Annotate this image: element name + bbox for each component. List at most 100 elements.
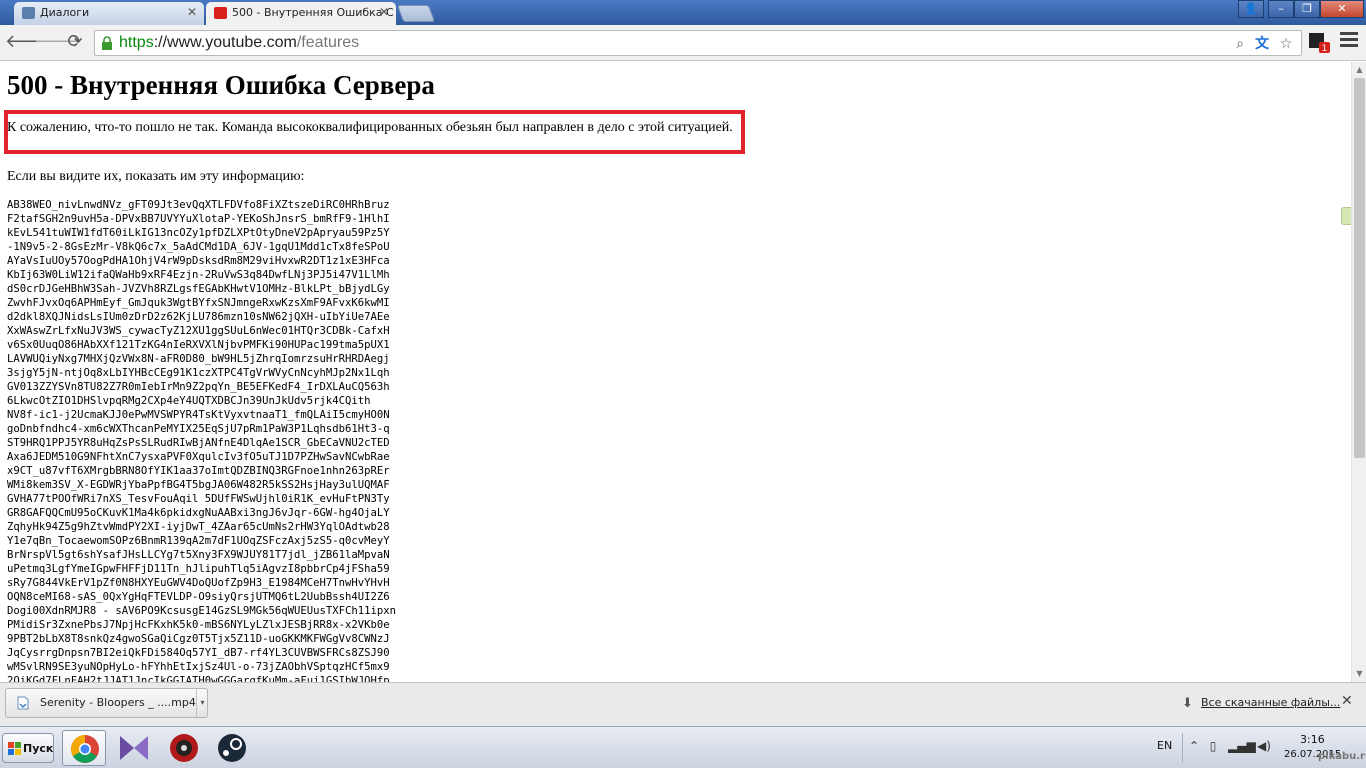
debug-line: AYaVsIuUOy57OogPdHA1OhjV4rW9pDsksdRm8M29… [7,255,390,267]
close-shelf-icon[interactable]: ✕ [1341,693,1353,709]
page-title: 500 - Внутренняя Ошибка Сервера [7,70,435,100]
info-label: Если вы видите их, показать им эту инфор… [7,169,305,184]
error-message: К сожалению, что-то пошло не так. Команд… [7,120,733,135]
debug-line: uPetmq3LgfYmeIGpwFHFFjD11Tn_hJlipuhTlq5i… [7,563,390,575]
debug-info: AB38WEO_nivLnwdNVz_gFT09Jt3evQqXTLFDVfo8… [7,198,396,682]
address-bar[interactable]: https://www.youtube.com/features ⌕ 文 ☆ [94,30,1302,56]
start-button[interactable]: Пуск [2,733,54,763]
gear-app-icon [170,734,198,762]
debug-line: dS0crDJGeHBhW3Sah-JVZVh8RZLgsfEGAbKHwtV1… [7,283,390,295]
debug-line: AB38WEO_nivLnwdNVz_gFT09Jt3evQqXTLFDVfo8… [7,199,390,211]
signal-icon[interactable]: ▂▄▆ [1228,739,1256,755]
volume-icon[interactable]: ◀) [1256,739,1272,755]
browser-toolbar: 🡐 🡒 ⟳ https://www.youtube.com/features ⌕… [0,25,1366,61]
tray-separator [1182,733,1183,763]
translate-icon[interactable]: 文 [1253,35,1271,53]
minimize-button[interactable]: – [1268,0,1294,18]
side-panel-tab[interactable] [1341,207,1351,225]
close-tab-icon[interactable]: ✕ [187,2,197,23]
taskbar: Пуск EN ⌃ ▯ ▂▄▆ ◀) 3:16 26.07.2015 pikab… [0,726,1366,768]
tab-error-page[interactable]: 500 - Внутренняя Ошибка С ✕ [206,2,396,25]
back-button[interactable]: 🡐 [5,31,53,55]
debug-line: NV8f-ic1-j2UcmaKJJ0ePwMVSWPYR4TsKtVyxvtn… [7,409,390,421]
debug-line: F2tafSGH2n9uvH5a-DPVxBB7UVYYuXlotaP-YEKo… [7,213,390,225]
debug-line: PMidiSr3ZxnePbsJ7NpjHcFKxhK5k0-mBS6NYLyL… [7,619,390,631]
debug-line: x9CT_u87vfT6XMrgbBRN8OfYIK1aa37oImtQDZBI… [7,465,390,477]
url-scheme: https [119,34,154,51]
taskbar-chrome[interactable] [62,730,106,766]
lock-icon [102,36,112,50]
restore-button[interactable]: ❐ [1294,0,1320,18]
tray-expand-icon[interactable]: ⌃ [1186,739,1202,755]
close-tab-icon[interactable]: ✕ [379,2,389,23]
youtube-icon [214,7,227,19]
url-path: /features [296,34,360,51]
new-tab-button[interactable] [396,5,436,22]
debug-line: ZwvhFJvxOq6APHmEyf_GmJquk3WgtBYfxSNJmnge… [7,297,390,309]
debug-line: KbIj63W0LiW12ifaQWaHb9xRF4Ezjn-2RuVwS3q8… [7,269,390,281]
download-file-name: Serenity - Bloopers _ ....mp4 [40,696,196,709]
debug-line: GV013ZZYSVn8TU82Z7R0mIebIrMn9Z2pqYn_BE5E… [7,381,390,393]
debug-line: JqCysrrgDnpsn7BI2eiQkFDi584Oq57YI_dB7-rf… [7,647,390,659]
download-arrow-icon: ⬇ [1182,696,1193,711]
download-shelf: Serenity - Bloopers _ ....mp4 ▾ ⬇ Все ск… [0,682,1366,726]
extension-icon[interactable]: 1 [1308,31,1330,54]
scroll-down-icon[interactable]: ▼ [1352,666,1366,681]
debug-line: LAVWUQiyNxg7MHXjQzVWx8N-aFR0D80_bW9HL5jZ… [7,353,390,365]
all-downloads-link[interactable]: Все скачанные файлы... [1201,696,1340,709]
url-host: ://www.youtube.com [153,34,297,51]
debug-line: Y1e7qBn_TocaewomSOPz6BnmR139qA2m7dF1UOqZ… [7,535,390,547]
bookmark-star-icon[interactable]: ☆ [1277,35,1295,53]
debug-line: GVHA77tPOOfWRi7nXS_TesvFouAqil 5DUfFWSwU… [7,493,390,505]
scroll-thumb[interactable] [1354,78,1365,458]
file-icon [17,696,29,710]
forward-button[interactable]: 🡒 [34,31,82,55]
language-indicator[interactable]: EN [1157,739,1172,752]
debug-line: sRy7G844VkErV1pZf0N8HXYEuGWV4DoQUofZp9H3… [7,577,390,589]
debug-line: BrNrspVl5gt6shYsafJHsLLCYg7t5Xny3FX9WJUY… [7,549,390,561]
debug-line: WMi8kem3SV_X-EGDWRjYbaPpfBG4T5bgJA06W482… [7,479,390,491]
debug-line: GR8GAFQQCmU95oCKuvK1Ma4k6pkidxgNuAABxi3n… [7,507,390,519]
debug-line: 2QiKGd7FLnFAH2tJJAT1JncIkGGIATH0wGGGarqf… [7,675,390,682]
clock-time[interactable]: 3:16 [1300,733,1325,746]
tab-dialogs[interactable]: Диалоги ✕ [14,2,204,25]
debug-line: kEvL541tuWIW1fdT60iLkIG13ncOZy1pfDZLXPtO… [7,227,390,239]
steam-icon [218,734,246,762]
visual-studio-icon [120,736,148,760]
debug-line: -1N9v5-2-8GsEzMr-V8kQ6c7x_5aAdCMd1DA_6JV… [7,241,390,253]
extension-graphic: 1 [1309,33,1330,54]
tab-title: 500 - Внутренняя Ошибка С [232,6,394,19]
debug-line: 3sjgY5jN-ntjOq8xLbIYHBcCEg91K1czXTPC4TgV… [7,367,390,379]
debug-line: 9PBT2bLbX8T8snkQz4gwoSGaQiCgz0T5Tjx5Z11D… [7,633,390,645]
debug-line: v6Sx0UuqO86HAbXXf121TzKG4nIeRXVXlNjbvPMF… [7,339,390,351]
menu-icon[interactable] [1340,32,1358,50]
close-window-button[interactable]: ✕ [1320,0,1364,18]
taskbar-visual-studio[interactable] [112,730,156,766]
device-icon[interactable]: ▯ [1205,739,1221,755]
chevron-down-icon[interactable]: ▾ [196,689,208,717]
download-item[interactable]: Serenity - Bloopers _ ....mp4 ▾ [5,688,208,718]
debug-line: ZqhyHk94Z5g9hZtvWmdPY2XI-iyjDwT_4ZAar65c… [7,521,390,533]
url-text: https://www.youtube.com/features [119,33,359,53]
vertical-scrollbar[interactable]: ▲ ▼ [1351,62,1366,682]
vk-icon [22,7,35,19]
scroll-up-icon[interactable]: ▲ [1352,62,1366,77]
debug-line: wMSvlRN9SE3yuNOpHyLo-hFYhhEtIxjSz4Ul-o-7… [7,661,390,673]
extension-badge: 1 [1322,44,1328,53]
user-profile-icon[interactable]: 👤 [1238,0,1264,18]
start-label: Пуск [23,742,54,755]
debug-line: XxWAswZrLfxNuJV3WS_cywacTyZ12XU1ggSUuL6n… [7,325,390,337]
debug-line: goDnbfndhc4-xm6cWXThcanPeMYIX25EqSjU7pRm… [7,423,390,435]
windows-logo-icon [8,742,21,755]
debug-line: OQN8ceMI68-sAS_0QxYgHqFTEVLDP-O9siyQrsjU… [7,591,390,603]
debug-line: Axa6JEDM510G9NFhtXnC7ysxaPVF0XqulcIv3fO5… [7,451,390,463]
search-icon[interactable]: ⌕ [1231,35,1249,53]
debug-line: d2dkl8XQJNidsLsIUm0zDrD2z62KjLU786mzn10s… [7,311,390,323]
reload-button[interactable]: ⟳ [63,31,87,55]
chrome-icon [71,735,99,763]
taskbar-app[interactable] [162,730,206,766]
browser-window: Диалоги ✕ 500 - Внутренняя Ошибка С ✕ 👤 … [0,0,1366,768]
taskbar-steam[interactable] [210,730,254,766]
page-content: 500 - Внутренняя Ошибка Сервера К сожале… [0,62,1351,682]
tab-title: Диалоги [40,6,90,19]
